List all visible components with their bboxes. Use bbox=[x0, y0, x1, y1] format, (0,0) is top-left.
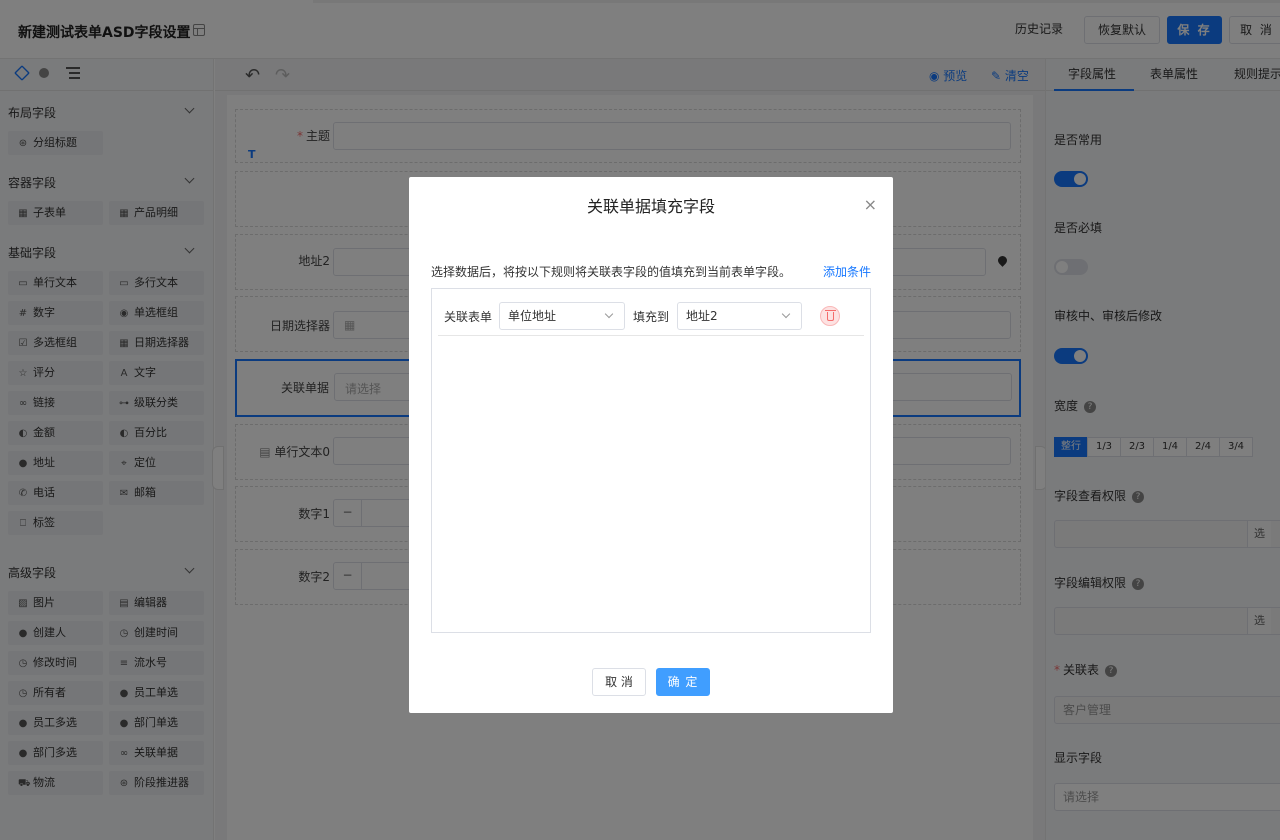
source-field-select[interactable]: 单位地址 bbox=[499, 302, 625, 330]
close-icon[interactable]: × bbox=[864, 195, 877, 214]
target-field-select[interactable]: 地址2 bbox=[677, 302, 802, 330]
fill-fields-dialog: 关联单据填充字段 × 选择数据后，将按以下规则将关联表字段的值填充到当前表单字段… bbox=[409, 177, 893, 713]
add-condition-link[interactable]: 添加条件 bbox=[823, 263, 871, 280]
source-label: 关联表单 bbox=[444, 310, 493, 324]
chevron-down-icon bbox=[781, 309, 791, 319]
chevron-down-icon bbox=[604, 309, 614, 319]
dialog-description: 选择数据后，将按以下规则将关联表字段的值填充到当前表单字段。 bbox=[431, 265, 792, 279]
dialog-title: 关联单据填充字段 bbox=[586, 197, 715, 216]
dialog-ok-button[interactable]: 确 定 bbox=[656, 668, 710, 696]
rules-box: 关联表单 单位地址 填充到 地址2 bbox=[431, 288, 871, 633]
fill-rule-row: 关联表单 单位地址 填充到 地址2 bbox=[438, 289, 864, 336]
target-label: 填充到 bbox=[633, 310, 670, 324]
dialog-cancel-button[interactable]: 取 消 bbox=[592, 668, 646, 696]
delete-icon[interactable] bbox=[820, 306, 840, 326]
